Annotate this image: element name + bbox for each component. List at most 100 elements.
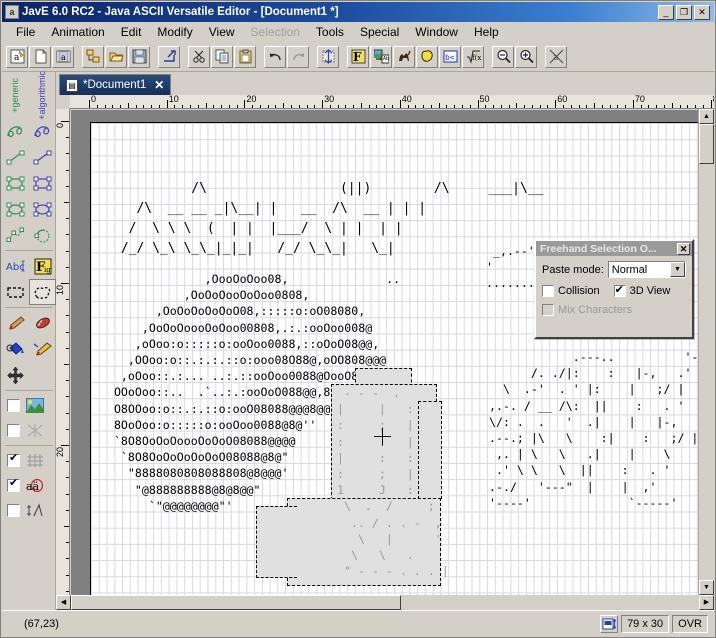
line-generic-icon[interactable] (2, 144, 29, 170)
menu-selection[interactable]: Selection (243, 23, 308, 41)
window-title: JavE 6.0 RC2 - Java ASCII Versatile Edit… (22, 6, 339, 18)
rectangle-generic-icon[interactable] (2, 170, 29, 196)
ruler-tick (617, 105, 619, 108)
zoom-in-icon[interactable] (515, 45, 537, 68)
rectangle-algorithmic-icon[interactable] (29, 170, 56, 196)
figlet-fig-icon[interactable]: Fig (29, 253, 56, 279)
freehand-generic-icon[interactable] (2, 118, 29, 144)
fill-bucket-icon[interactable] (2, 336, 29, 362)
menu-view[interactable]: View (201, 23, 243, 41)
ruler-tick (329, 105, 331, 108)
shape-icon[interactable] (416, 45, 438, 68)
scroll-right-button[interactable]: ▶ (699, 595, 714, 610)
show-grid-option[interactable] (2, 448, 55, 473)
formula-icon[interactable]: f(x) (462, 45, 484, 68)
toolbar: a a F Ab b<| f(x (2, 42, 714, 72)
polyline-icon[interactable] (2, 222, 29, 248)
redo-icon[interactable] (287, 45, 309, 68)
ascii-canvas[interactable]: /\ (||) /\ ___|\__ /\ __ __ _|\__| | __ … (90, 122, 712, 610)
copy-icon[interactable] (211, 45, 233, 68)
new-document-icon[interactable] (29, 45, 51, 68)
paste-icon[interactable] (234, 45, 256, 68)
figlet-text-icon[interactable]: F (347, 45, 369, 68)
ruler-label: 10 (56, 285, 65, 296)
ruler-tick (392, 105, 394, 108)
zoom-out-icon[interactable] (492, 45, 514, 68)
minimize-button[interactable]: _ (658, 4, 674, 20)
background-image-checkbox[interactable] (7, 399, 20, 412)
ruler-tick (275, 105, 277, 108)
vertical-scrollbar[interactable]: ▲ ▼ (698, 109, 714, 595)
export-icon[interactable] (158, 45, 180, 68)
mix-characters-checkbox[interactable] (542, 304, 554, 316)
background-image-option[interactable] (2, 393, 55, 418)
view3d-checkbox[interactable] (613, 283, 626, 297)
ruler-tick (500, 105, 502, 108)
maximize-button[interactable]: ❐ (676, 4, 692, 20)
scroll-left-button[interactable]: ◀ (56, 595, 71, 610)
dialog-close-button[interactable]: ✕ (677, 242, 690, 255)
highlight-chars-option[interactable]: aä (2, 473, 55, 498)
menu-bar: File Animation Edit Modify View Selectio… (2, 22, 714, 42)
cut-scissors-icon[interactable] (188, 45, 210, 68)
ruler-tick (555, 100, 557, 108)
scroll-down-button[interactable]: ▼ (699, 580, 714, 595)
eraser-icon[interactable] (29, 310, 56, 336)
close-button[interactable]: ✕ (694, 4, 710, 20)
canvas-size-icon[interactable] (600, 614, 619, 633)
horizontal-scrollbar[interactable]: ◀ ▶ (56, 595, 714, 610)
freehand-selection-options-dialog[interactable]: Freehand Selection O... ✕ Paste mode: No… (534, 239, 694, 339)
hide-lines-option[interactable] (2, 418, 55, 443)
undo-icon[interactable] (264, 45, 286, 68)
scroll-up-button[interactable]: ▲ (699, 109, 714, 124)
project-tree-icon[interactable] (82, 45, 104, 68)
open-folder-icon[interactable] (105, 45, 127, 68)
menu-animation[interactable]: Animation (43, 23, 112, 41)
selection-region-footleft[interactable] (256, 506, 297, 578)
tool-column-generic: +generic (2, 72, 29, 118)
camel-icon[interactable] (393, 45, 415, 68)
rect-selection-icon[interactable] (2, 279, 29, 305)
menu-window[interactable]: Window (407, 23, 466, 41)
angle-snap-option[interactable] (2, 498, 55, 523)
angle-snap-checkbox[interactable] (7, 504, 20, 517)
image-to-ascii-icon[interactable]: Ab (370, 45, 392, 68)
resize-canvas-icon[interactable] (317, 45, 339, 68)
tab-close-icon[interactable]: ✕ (154, 78, 164, 92)
ruler-tick (66, 428, 69, 430)
move-icon[interactable] (2, 362, 29, 388)
ruler-tick (632, 100, 634, 108)
animation-film-icon[interactable]: a (52, 45, 74, 68)
tab-document1[interactable]: ▤ *Document1 ✕ (59, 74, 172, 95)
ellipse-algorithmic-icon[interactable] (29, 196, 56, 222)
collision-checkbox[interactable] (542, 285, 554, 297)
hide-lines-checkbox[interactable] (7, 424, 20, 437)
brush-icon[interactable] (2, 310, 29, 336)
chevron-down-icon[interactable]: ▼ (670, 262, 685, 277)
paste-mode-select[interactable]: Normal ▼ (607, 261, 686, 278)
text-abc-icon[interactable]: Abc (2, 253, 29, 279)
freehand-algorithmic-icon[interactable] (29, 118, 56, 144)
menu-modify[interactable]: Modify (149, 23, 200, 41)
vertical-scroll-thumb[interactable] (699, 124, 714, 164)
highlight-chars-checkbox[interactable] (7, 478, 20, 492)
bcd-icon[interactable]: b<| (439, 45, 461, 68)
ruler-tick (539, 105, 541, 108)
airbrush-icon[interactable] (29, 336, 56, 362)
horizontal-scroll-thumb[interactable] (71, 595, 401, 610)
new-ascii-art-icon[interactable]: a (6, 45, 28, 68)
menu-tools[interactable]: Tools (308, 23, 352, 41)
line-algorithmic-icon[interactable] (29, 144, 56, 170)
menu-file[interactable]: File (8, 23, 43, 41)
canvas-viewport: /\ (||) /\ ___|\__ /\ __ __ _|\__| | __ … (71, 110, 714, 610)
menu-help[interactable]: Help (466, 23, 507, 41)
menu-edit[interactable]: Edit (113, 23, 150, 41)
arc-icon[interactable] (29, 222, 56, 248)
ruler-tick (61, 121, 69, 122)
ellipse-generic-icon[interactable] (2, 196, 29, 222)
show-grid-checkbox[interactable] (7, 453, 20, 467)
clear-icon[interactable]: a (545, 45, 567, 68)
freehand-selection-icon[interactable] (29, 279, 56, 305)
save-icon[interactable] (128, 45, 150, 68)
menu-special[interactable]: Special (352, 23, 407, 41)
